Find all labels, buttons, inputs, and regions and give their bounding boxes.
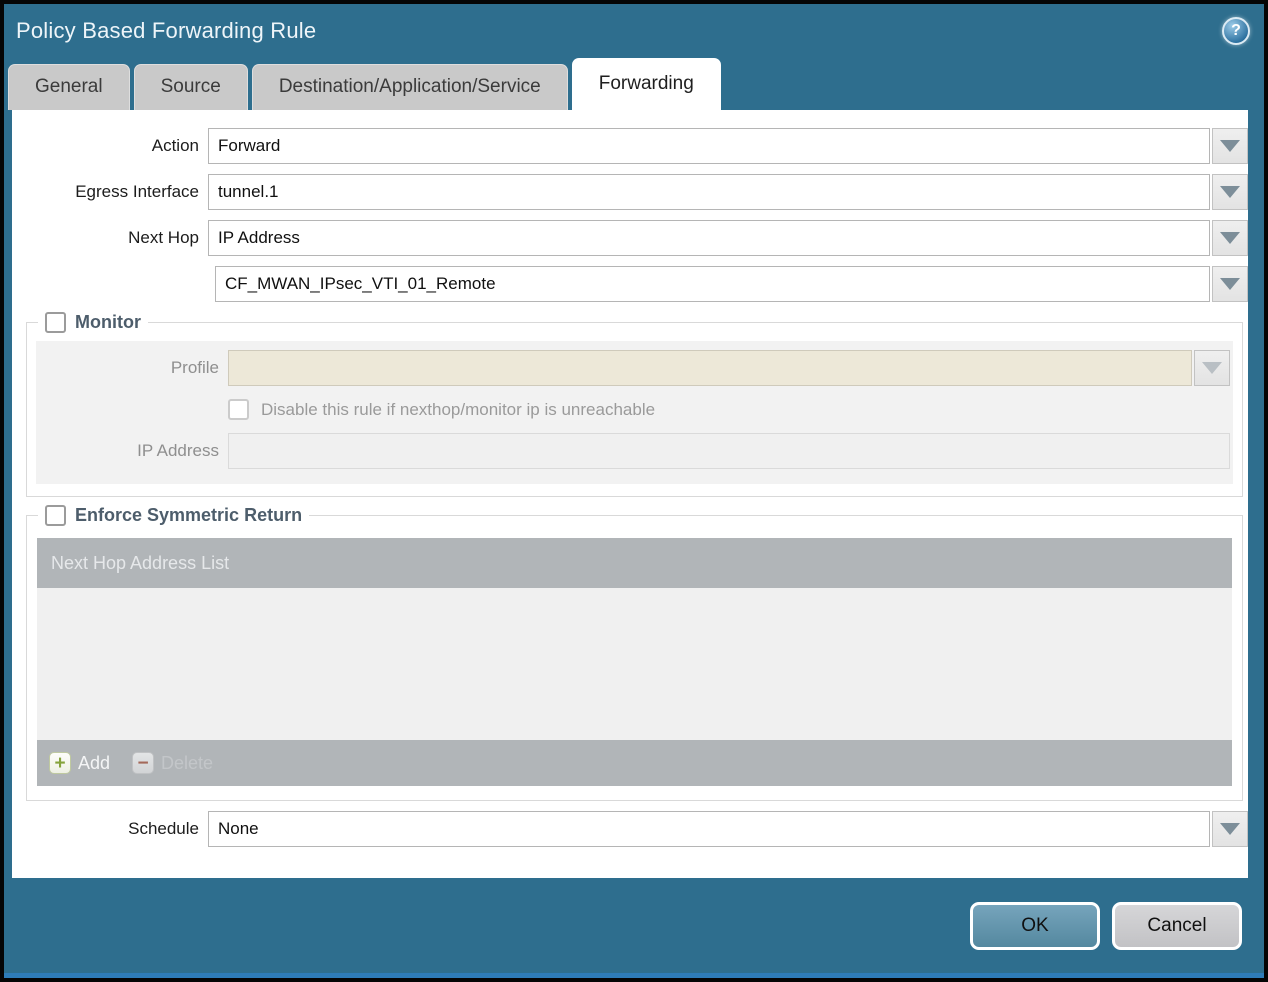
title-bar: Policy Based Forwarding Rule ?: [4, 4, 1264, 58]
minus-icon: −: [132, 752, 155, 774]
egress-interface-combo: [208, 174, 1248, 210]
egress-interface-label: Egress Interface: [75, 182, 199, 201]
ok-button[interactable]: OK: [970, 901, 1100, 950]
action-combo: [208, 128, 1248, 164]
plus-icon: +: [49, 752, 71, 774]
monitor-legend: Monitor: [38, 312, 148, 333]
profile-label: Profile: [170, 358, 219, 377]
symmetric-return-legend: Enforce Symmetric Return: [38, 505, 309, 526]
next-hop-row: Next Hop: [12, 220, 1248, 256]
next-hop-type-input[interactable]: [208, 220, 1210, 256]
next-hop-address-row: [12, 266, 1248, 302]
symmetric-return-checkbox[interactable]: [45, 505, 66, 526]
symmetric-return-legend-label: Enforce Symmetric Return: [75, 505, 303, 525]
profile-input: [228, 350, 1192, 386]
chevron-down-icon: [1220, 278, 1240, 290]
delete-button: − Delete: [132, 752, 213, 774]
chevron-down-icon: [1220, 232, 1240, 244]
chevron-down-icon: [1220, 823, 1240, 835]
monitor-legend-label: Monitor: [75, 312, 141, 332]
next-hop-address-list-header: Next Hop Address List: [37, 538, 1232, 588]
next-hop-address-list-table: Next Hop Address List + Add − Delete: [37, 538, 1232, 786]
next-hop-address-list-body[interactable]: [37, 588, 1232, 740]
disable-rule-checkbox: [228, 399, 249, 420]
next-hop-address-list-toolbar: + Add − Delete: [37, 740, 1232, 786]
dialog-title: Policy Based Forwarding Rule: [16, 18, 317, 43]
chevron-down-icon: [1220, 140, 1240, 152]
monitor-section: Monitor Profile Disable this rule if nex…: [26, 312, 1243, 497]
add-button[interactable]: + Add: [49, 752, 110, 774]
symmetric-return-section: Enforce Symmetric Return Next Hop Addres…: [26, 505, 1243, 801]
next-hop-address-combo: [208, 266, 1248, 302]
next-hop-label: Next Hop: [128, 228, 199, 247]
monitor-ip-address-wrap: [228, 433, 1230, 469]
monitor-ip-address-label: IP Address: [137, 441, 219, 460]
next-hop-address-input[interactable]: [215, 266, 1210, 302]
profile-row: Profile: [36, 350, 1230, 386]
monitor-ip-address-row: IP Address: [36, 433, 1230, 469]
schedule-label: Schedule: [128, 819, 199, 838]
schedule-input[interactable]: [208, 811, 1210, 847]
profile-dropdown-button: [1194, 350, 1230, 386]
cancel-button[interactable]: Cancel: [1112, 901, 1242, 950]
schedule-row: Schedule: [12, 811, 1248, 847]
egress-interface-input[interactable]: [208, 174, 1210, 210]
bottom-border-strip: [4, 973, 1264, 978]
chevron-down-icon: [1202, 362, 1222, 374]
next-hop-address-list-header-label: Next Hop Address List: [51, 552, 230, 573]
help-icon[interactable]: ?: [1222, 17, 1250, 45]
tab-bar: General Source Destination/Application/S…: [4, 58, 1264, 110]
add-button-label: Add: [78, 752, 111, 773]
monitor-checkbox[interactable]: [45, 312, 66, 333]
profile-combo: [228, 350, 1230, 386]
chevron-down-icon: [1220, 186, 1240, 198]
delete-button-label: Delete: [161, 752, 214, 773]
disable-rule-label: Disable this rule if nexthop/monitor ip …: [261, 399, 656, 419]
egress-interface-row: Egress Interface: [12, 174, 1248, 210]
tab-forwarding[interactable]: Forwarding: [571, 58, 721, 110]
schedule-combo: [208, 811, 1248, 847]
tab-destination-application-service[interactable]: Destination/Application/Service: [251, 64, 568, 110]
next-hop-type-dropdown-button[interactable]: [1212, 220, 1248, 256]
action-input[interactable]: [208, 128, 1210, 164]
action-label: Action: [151, 136, 199, 155]
next-hop-type-combo: [208, 220, 1248, 256]
disable-rule-row: Disable this rule if nexthop/monitor ip …: [36, 399, 1230, 420]
monitor-ip-address-input: [228, 433, 1230, 469]
monitor-panel: Profile Disable this rule if nexthop/mon…: [36, 341, 1233, 484]
schedule-dropdown-button[interactable]: [1212, 811, 1248, 847]
egress-interface-dropdown-button[interactable]: [1212, 174, 1248, 210]
tab-general[interactable]: General: [8, 64, 130, 110]
pbf-rule-dialog: Policy Based Forwarding Rule ? General S…: [0, 0, 1268, 982]
action-dropdown-button[interactable]: [1212, 128, 1248, 164]
forwarding-tab-panel: Action Egress Interface Next Hop: [12, 110, 1248, 878]
tab-source[interactable]: Source: [133, 64, 248, 110]
action-row: Action: [12, 128, 1248, 164]
next-hop-address-dropdown-button[interactable]: [1212, 266, 1248, 302]
dialog-footer: OK Cancel: [4, 878, 1264, 973]
